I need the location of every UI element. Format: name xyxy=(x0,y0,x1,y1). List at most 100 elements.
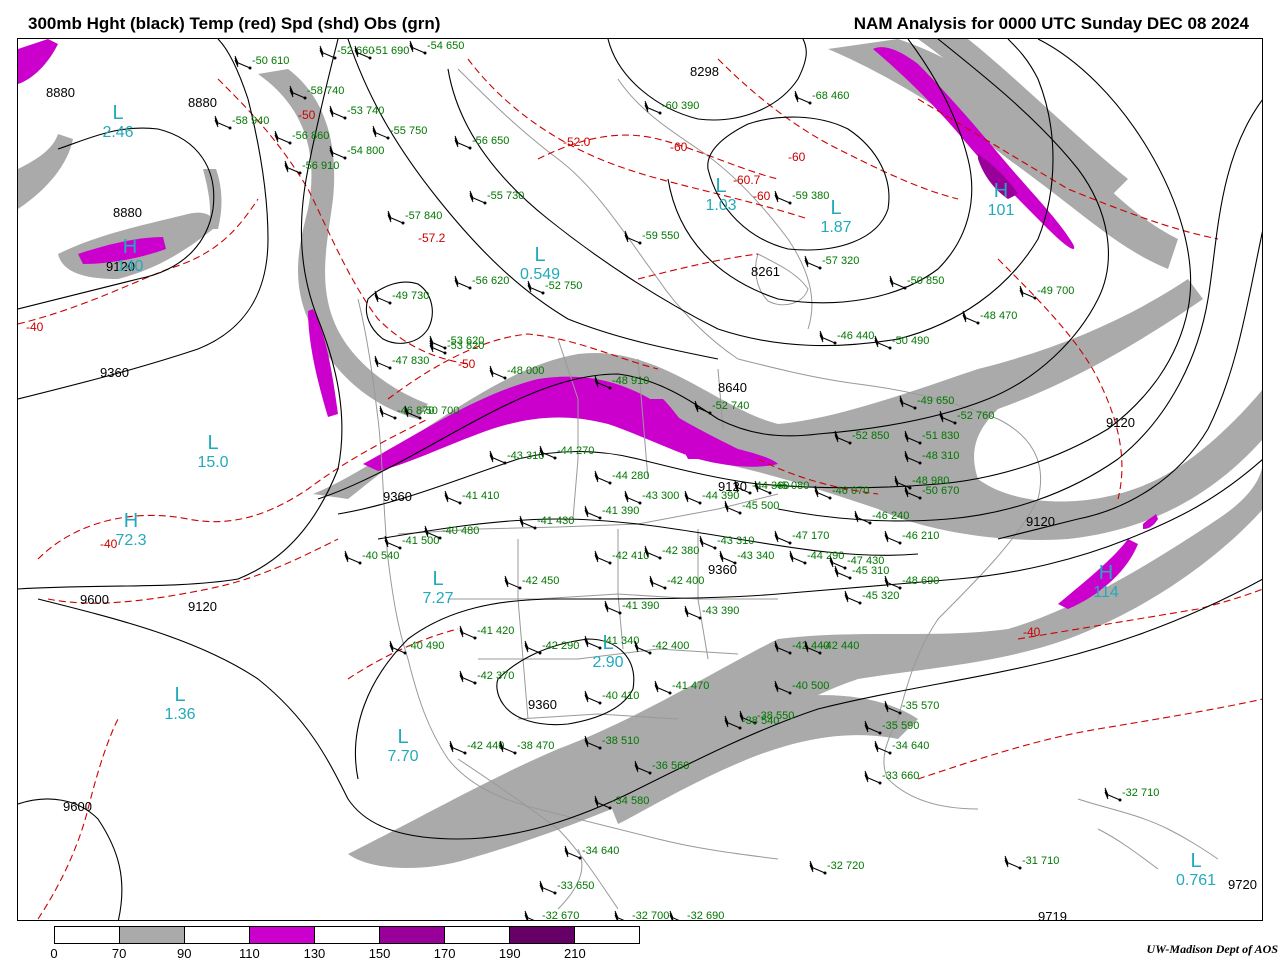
wind-barb xyxy=(684,605,701,619)
colorbar-segment xyxy=(120,927,185,943)
center-marker: L1.87 xyxy=(820,197,851,236)
station-obs: -49 730 xyxy=(374,290,429,305)
station-obs-text: -50 670 xyxy=(922,485,959,497)
svg-text:140: 140 xyxy=(117,258,144,275)
station-obs: -56 650 xyxy=(454,135,509,150)
station-obs-text: -42 410 xyxy=(612,550,649,562)
station-obs: -42 370 xyxy=(459,670,514,685)
station-obs-text: -32 690 xyxy=(687,910,724,921)
station-obs: -42 450 xyxy=(504,575,559,590)
station-obs-text: -35 570 xyxy=(902,700,939,712)
wind-barb xyxy=(584,690,601,704)
wind-barb xyxy=(669,910,680,920)
station-obs: -32 720 xyxy=(809,860,864,875)
station-obs-text: -41 470 xyxy=(672,680,709,692)
svg-text:H: H xyxy=(994,180,1008,202)
wind-barb xyxy=(644,545,661,559)
station-obs-text: -42 440 xyxy=(467,740,504,752)
station-obs-text: -51 690 xyxy=(372,45,409,57)
wind-barb xyxy=(594,550,611,564)
station-obs-text: -41 340 xyxy=(602,635,639,647)
height-label: 9600 xyxy=(80,592,109,607)
station-obs: -40 410 xyxy=(584,690,639,705)
station-obs-text: -43 300 xyxy=(642,490,679,502)
height-label: 9120 xyxy=(1106,415,1135,430)
wind-barb xyxy=(524,640,541,654)
wind-barb xyxy=(454,135,471,149)
station-obs-text: -42 370 xyxy=(477,670,514,682)
station-obs-text: -48 310 xyxy=(922,450,959,462)
station-obs-text: -43 310 xyxy=(507,450,544,462)
station-obs-text: -50 850 xyxy=(907,275,944,287)
wind-barb xyxy=(459,625,476,639)
station-obs-text: -41 390 xyxy=(602,505,639,517)
station-obs: -58 940 xyxy=(214,115,269,130)
station-obs-text: -50 490 xyxy=(892,335,929,347)
wind-barb xyxy=(284,160,301,174)
station-obs: -42 410 xyxy=(594,550,649,565)
station-obs-text: -59 550 xyxy=(642,230,679,242)
station-obs-text: -58 940 xyxy=(232,115,269,127)
svg-text:L: L xyxy=(1190,850,1201,872)
wind-barb xyxy=(884,530,901,544)
wind-barb xyxy=(624,490,641,504)
station-obs: -59 550 xyxy=(624,230,679,245)
wind-barb xyxy=(329,105,346,119)
svg-text:114: 114 xyxy=(1093,584,1119,601)
svg-text:1.87: 1.87 xyxy=(820,219,851,236)
station-obs: -43 300 xyxy=(624,490,679,505)
station-obs-text: -33 660 xyxy=(882,770,919,782)
wind-barb xyxy=(519,515,536,529)
center-marker: L0.549 xyxy=(520,244,560,283)
height-label: 9360 xyxy=(383,489,412,504)
colorbar-segment xyxy=(250,927,315,943)
wind-barb xyxy=(1104,787,1121,801)
station-obs-text: -48 470 xyxy=(980,310,1017,322)
wind-barb xyxy=(809,860,826,874)
station-obs: -57 840 xyxy=(387,210,442,225)
station-obs-text: -44 270 xyxy=(557,445,594,457)
station-obs: -56 620 xyxy=(454,275,509,290)
station-obs-text: -43 390 xyxy=(702,605,739,617)
station-obs-text: -44 280 xyxy=(612,470,649,482)
svg-text:15.0: 15.0 xyxy=(197,454,228,471)
station-obs: -42 290 xyxy=(524,640,579,655)
svg-text:0.761: 0.761 xyxy=(1176,872,1216,889)
temp-label: -40 xyxy=(26,320,44,334)
station-obs-text: -52 740 xyxy=(712,400,749,412)
wind-barb xyxy=(864,770,881,784)
wind-barb xyxy=(962,310,979,324)
station-obs: -55 730 xyxy=(469,190,524,205)
svg-text:L: L xyxy=(432,568,443,590)
station-obs-text: -47 170 xyxy=(792,530,829,542)
center-marker: L2.46 xyxy=(102,102,133,141)
height-label: 8261 xyxy=(751,264,780,279)
wind-barb xyxy=(454,275,471,289)
station-obs-text: -50 700 xyxy=(422,405,459,417)
station-obs-text: -42 400 xyxy=(652,640,689,652)
wind-barb xyxy=(459,670,476,684)
station-obs-text: -41 420 xyxy=(477,625,514,637)
credit-org: UW-Madison xyxy=(1146,942,1213,956)
station-obs: -43 310 xyxy=(489,450,544,465)
station-obs: -42 380 xyxy=(644,545,699,560)
wind-barb xyxy=(234,55,251,69)
station-obs-text: -48 910 xyxy=(612,375,649,387)
station-obs-text: -40 540 xyxy=(362,550,399,562)
station-obs-text: -40 410 xyxy=(602,690,639,702)
station-obs-text: -42 400 xyxy=(667,575,704,587)
station-obs-text: -43 340 xyxy=(737,550,774,562)
station-obs-text: -42 380 xyxy=(662,545,699,557)
station-obs: -68 460 xyxy=(794,90,849,105)
height-contour xyxy=(18,39,343,590)
station-obs-text: -58 740 xyxy=(307,85,344,97)
station-obs-text: -52 850 xyxy=(852,430,889,442)
svg-text:L: L xyxy=(397,726,408,748)
station-obs: -45 500 xyxy=(724,500,779,515)
station-obs: -38 470 xyxy=(499,740,554,755)
temp-label: -50 xyxy=(298,108,316,122)
station-obs: -42 440 xyxy=(449,740,504,755)
station-obs-text: -50 610 xyxy=(252,55,289,67)
svg-text:72.3: 72.3 xyxy=(115,532,146,549)
center-marker: L1.03 xyxy=(705,175,736,214)
